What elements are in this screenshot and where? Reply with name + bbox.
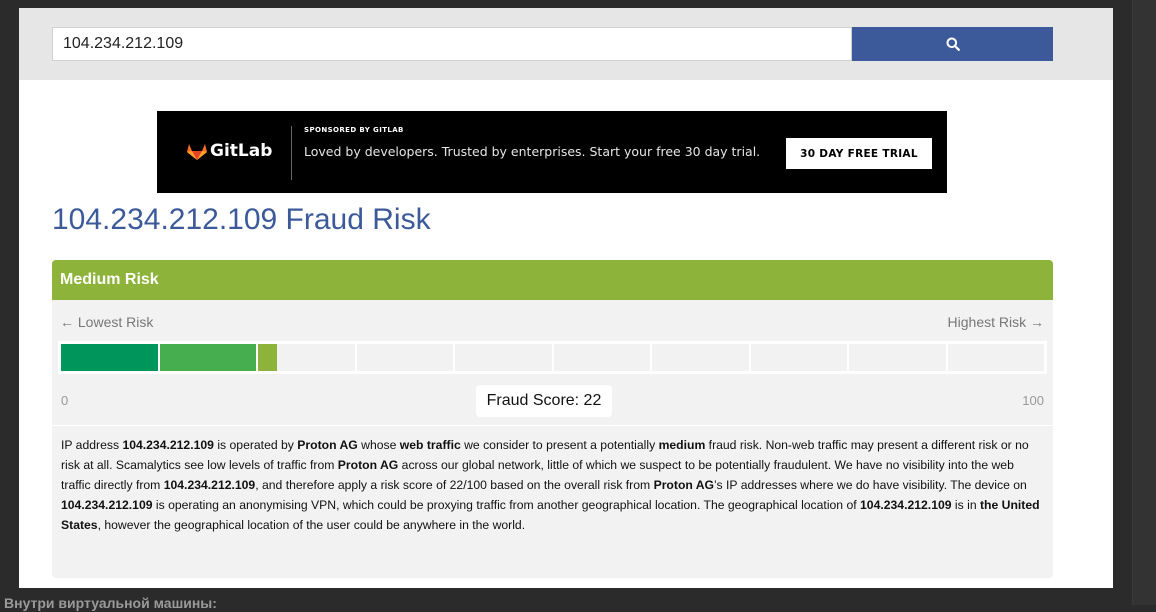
risk-gauge: [58, 341, 1047, 374]
risk-gauge-fill: [159, 344, 256, 371]
description-text: is operating an anonymising VPN, which c…: [152, 498, 861, 512]
description-text: , however the geographical location of t…: [97, 518, 526, 532]
score-max-label: 100: [1022, 393, 1044, 408]
risk-gauge-segment: [61, 344, 160, 371]
free-trial-button[interactable]: 30 DAY FREE TRIAL: [786, 138, 932, 169]
risk-gauge-segment: [652, 344, 751, 371]
description-bold-text: web traffic: [399, 438, 461, 452]
description-bold-text: 104.234.212.109: [61, 498, 153, 512]
description-bold-text: 104.234.212.109: [122, 438, 214, 452]
risk-gauge-segment: [849, 344, 948, 371]
right-scrollbar-strip: [1132, 0, 1156, 605]
search-icon: [946, 37, 960, 51]
risk-gauge-track: [61, 344, 1044, 371]
gitlab-ad-banner[interactable]: GitLab SPONSORED BY GITLAB Loved by deve…: [157, 111, 947, 193]
search-bar: [19, 8, 1113, 80]
score-min-label: 0: [61, 393, 69, 408]
lowest-risk-label: ← Lowest Risk: [60, 314, 154, 330]
description-text: whose: [357, 438, 400, 452]
risk-level-label: Medium Risk: [60, 271, 159, 288]
ad-sponsor-label: SPONSORED BY GITLAB: [304, 126, 404, 134]
risk-gauge-segment: [553, 344, 652, 371]
description-bold-text: Proton AG: [337, 458, 399, 472]
bottom-caption: Внутри виртуальной машины:: [4, 595, 217, 611]
risk-gauge-segment: [947, 344, 1044, 371]
description-bold-text: Proton AG: [653, 478, 715, 492]
risk-gauge-segment: [356, 344, 455, 371]
description-text: , and therefore apply a risk score of 22…: [255, 478, 654, 492]
scamalytics-page: GitLab SPONSORED BY GITLAB Loved by deve…: [19, 8, 1113, 588]
gitlab-fox-icon: [187, 144, 207, 160]
risk-card: Medium Risk ← Lowest Risk Highest Risk →…: [52, 260, 1053, 578]
description-text: is operated by: [213, 438, 298, 452]
risk-level-header: Medium Risk: [52, 260, 1053, 300]
risk-gauge-fill: [61, 344, 158, 371]
risk-gauge-fill: [258, 344, 278, 371]
highest-risk-label: Highest Risk →: [947, 314, 1044, 330]
fraud-score: Fraud Score: 22: [476, 385, 612, 417]
description-text: IP address: [61, 438, 123, 452]
description-bold-text: medium: [658, 438, 706, 452]
description-text: ’s IP addresses where we do have visibil…: [714, 478, 1027, 492]
risk-gauge-segment: [258, 344, 357, 371]
risk-description: IP address 104.234.212.109 is operated b…: [52, 425, 1053, 578]
search-button[interactable]: [852, 27, 1053, 61]
search-input[interactable]: [52, 27, 852, 61]
gitlab-logo: GitLab: [187, 141, 272, 161]
description-bold-text: Proton AG: [297, 438, 358, 452]
description-bold-text: 104.234.212.109: [860, 498, 952, 512]
description-text: we consider to present a potentially: [460, 438, 659, 452]
gitlab-logo-text: GitLab: [210, 141, 273, 161]
risk-gauge-segment: [455, 344, 554, 371]
risk-gauge-segment: [159, 344, 258, 371]
description-text: is in: [951, 498, 980, 512]
description-bold-text: 104.234.212.109: [163, 478, 256, 492]
ad-divider: [291, 126, 292, 180]
ad-text: Loved by developers. Trusted by enterpri…: [304, 144, 761, 159]
page-title: 104.234.212.109 Fraud Risk: [52, 203, 431, 236]
risk-gauge-segment: [750, 344, 849, 371]
